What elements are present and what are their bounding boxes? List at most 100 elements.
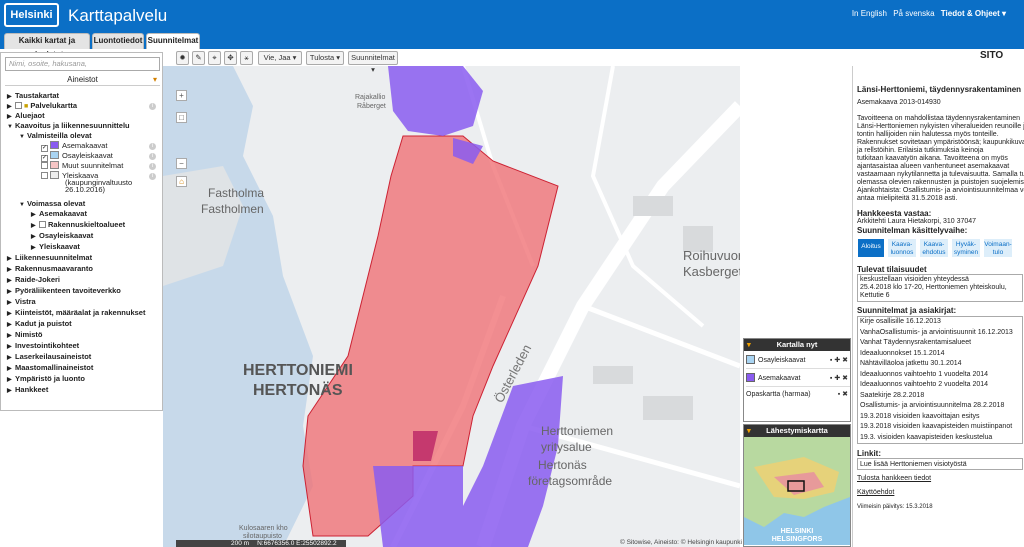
doc-link[interactable]: Ideaaluonnos vaihtoehto 1 vuodelta 2014 (860, 370, 988, 380)
map-canvas[interactable]: Fastholma Fastholmen HERTTONIEMI HERTONÄ… (163, 66, 740, 547)
doc-link[interactable]: Vanhat Täydennysrakentamisalueet (860, 338, 971, 348)
phase-step[interactable]: Voimaan-tulo (983, 238, 1013, 258)
tree-item[interactable]: ▶ Kiinteistöt, määräalat ja rakennukset (7, 308, 145, 319)
phase-step[interactable]: Kaava-luonnos (887, 238, 917, 258)
share-button[interactable]: Vie, Jaa ▾ (258, 51, 302, 65)
doc-link[interactable]: Ideaaluonnos vaihtoehto 2 vuodelta 2014 (860, 380, 988, 390)
checkbox[interactable] (15, 102, 22, 109)
building (643, 396, 693, 420)
active-layer-row[interactable]: Osayleiskaavat ▪ ✚ ✖ (746, 353, 850, 369)
checkbox[interactable] (39, 221, 46, 228)
expand-icon: ▶ (31, 212, 36, 218)
doc-link[interactable]: Nähtävilläoloa jatkettu 30.1.2014 (860, 359, 962, 369)
info-icon[interactable]: i (149, 143, 156, 150)
info-icon[interactable]: i (149, 163, 156, 170)
overview-map[interactable]: HELSINKI HELSINGFORS (744, 437, 850, 545)
phase-step[interactable]: Kaava-ehdotus (919, 238, 949, 258)
info-icon[interactable]: i (149, 153, 156, 160)
print-project-link[interactable]: Tulosta hankkeen tiedot (857, 475, 931, 484)
doc-link[interactable]: VanhaOsallistumis- ja arviointisuunnit 1… (860, 328, 1013, 338)
responsible-title: Hankkeesta vastaa: (857, 209, 932, 218)
events-title: Tulevat tilaisuudet (857, 265, 927, 274)
locate-icon[interactable]: ⌂ (176, 176, 187, 187)
checkbox[interactable] (41, 172, 48, 179)
doc-link[interactable]: Saatekirje 28.2.2018 (860, 391, 924, 401)
lang-en-link[interactable]: In English (852, 9, 887, 18)
plan-details-panel: Länsi-Herttoniemi, täydennysrakentaminen… (852, 66, 1024, 547)
doc-link[interactable]: Kirje osallisille 16.12.2013 (860, 317, 941, 327)
collapse-icon: ▼ (7, 124, 13, 130)
tree-item[interactable]: ▶ Raide-Jokeri (7, 275, 60, 286)
layer-controls-icon: ▪ ✚ ✖ (829, 357, 848, 364)
network-icon[interactable]: ⚹ (240, 51, 253, 65)
docs-title: Suunnitelmat ja asiakirjat: (857, 306, 957, 315)
active-layers-header[interactable]: ▾ Kartalla nyt (744, 339, 850, 351)
plan-code: Asemakaava 2013-014930 (857, 99, 941, 106)
active-layer-row[interactable]: Opaskartta (harmaa) ▪ ✖ (746, 387, 850, 403)
tree-item[interactable]: ▶ Kadut ja puistot (7, 319, 72, 330)
info-icon[interactable]: i (149, 173, 156, 180)
tree-item[interactable]: ▶ Osayleiskaavat (31, 231, 93, 242)
tree-item[interactable]: ▶ Yleiskaavat (31, 242, 80, 253)
tree-item[interactable]: ▶ Laserkeilausaineistot (7, 352, 91, 363)
expand-icon: ▶ (7, 300, 12, 306)
overview-map-header[interactable]: ▾ Lähestymiskartta (744, 425, 850, 437)
zoom-in-button[interactable]: + (176, 90, 187, 101)
expand-icon: ▶ (31, 245, 36, 251)
tree-item[interactable]: ▶ Rakennuskieltoalueet (31, 220, 125, 231)
layers-panel: Nimi, osoite, hakusana, Aineistot ▾ ▶ Tau… (0, 52, 163, 411)
visio-link[interactable]: Lue lisää Herttoniemen visiotyöstä (860, 460, 967, 470)
tab-all-maps[interactable]: Kaikki kartat ja aineistot (4, 33, 90, 59)
tree-item[interactable]: ▶ Maastomallinaineistot (7, 363, 93, 374)
place-label: Hertonäs (538, 458, 587, 472)
overview-map-panel: ▾ Lähestymiskartta HELSINKI HELSINGFORS (743, 424, 851, 547)
plans-button[interactable]: Suunnitelmat ▾ (348, 51, 398, 74)
doc-link[interactable]: 19.3.2018 visioiden kaavapisteiden muist… (860, 422, 1012, 432)
helsinki-logo[interactable]: Helsinki (4, 3, 59, 27)
terms-link[interactable]: Käyttöehdot (857, 489, 894, 498)
plan-area-purple (373, 466, 463, 547)
tree-item[interactable]: ▶ Vistra (7, 297, 36, 308)
tree-item[interactable]: ▶ Rakennusmaavaranto (7, 264, 93, 275)
tab-plans[interactable]: Suunnitelmat (146, 33, 200, 49)
expand-icon: ▶ (7, 333, 12, 339)
expand-icon: ▶ (7, 311, 12, 317)
doc-link[interactable]: Ideaaluonnokset 15.1.2014 (860, 349, 944, 359)
zoom-full-icon[interactable]: □ (176, 112, 187, 123)
phase-step[interactable]: Hyväk-syminen (951, 238, 981, 258)
lang-sv-link[interactable]: På svenska (893, 9, 934, 18)
info-icon[interactable]: i (149, 103, 156, 110)
phase-step-active[interactable]: Aloitus (857, 238, 885, 258)
tree-item[interactable]: ▶ Pyöräliikenteen tavoiteverkko (7, 286, 121, 297)
pencil-icon[interactable]: ✎ (192, 51, 205, 65)
tree-item[interactable]: ▶ Investointikohteet (7, 341, 79, 352)
expand-icon: ▶ (7, 278, 12, 284)
expand-icon: ▶ (31, 223, 36, 229)
chevron-down-icon[interactable]: ▾ (153, 74, 157, 86)
tab-bar: Kaikki kartat ja aineistot Luontotiedot … (0, 32, 1024, 59)
layer-muut[interactable]: Muut suunnitelmat (41, 161, 123, 171)
doc-link[interactable]: 19.3. visioiden kaavapisteiden keskustel… (860, 433, 992, 443)
collapse-icon: ▼ (19, 134, 25, 140)
active-layer-row[interactable]: Asemakaavat ▪ ✚ ✖ (746, 371, 850, 387)
search-input[interactable]: Nimi, osoite, hakusana, (5, 57, 160, 71)
move-icon[interactable]: ✥ (224, 51, 237, 65)
tree-item[interactable]: ▶ Hankkeet (7, 385, 48, 396)
measure-icon[interactable]: ⌖ (208, 51, 221, 65)
expand-icon: ▶ (7, 267, 12, 273)
doc-link[interactable]: Osallistumis- ja arviointisuunnitelma 28… (860, 401, 1004, 411)
place-label: silotaupuisto (243, 533, 282, 540)
tree-item[interactable]: ▶ Nimistö (7, 330, 43, 341)
doc-link[interactable]: 19.3.2018 visioiden kaavoittajan esitys (860, 412, 979, 422)
checkbox[interactable] (41, 162, 48, 169)
last-updated: Viimeisin päivitys: 15.3.2018 (857, 504, 933, 510)
tree-subtext: 26.10.2016) (65, 185, 106, 194)
tab-nature[interactable]: Luontotiedot (92, 33, 144, 49)
print-button[interactable]: Tulosta ▾ (306, 51, 344, 65)
tree-item[interactable]: ▶ Asemakaavat (31, 209, 87, 220)
tree-item[interactable]: ▶ Liikennesuunnitelmat (7, 253, 92, 264)
tree-item[interactable]: ▶ Ympäristö ja luonto (7, 374, 85, 385)
sun-icon[interactable]: ✹ (176, 51, 189, 65)
zoom-out-button[interactable]: − (176, 158, 187, 169)
info-menu[interactable]: Tiedot & Ohjeet ▾ (941, 9, 1006, 18)
